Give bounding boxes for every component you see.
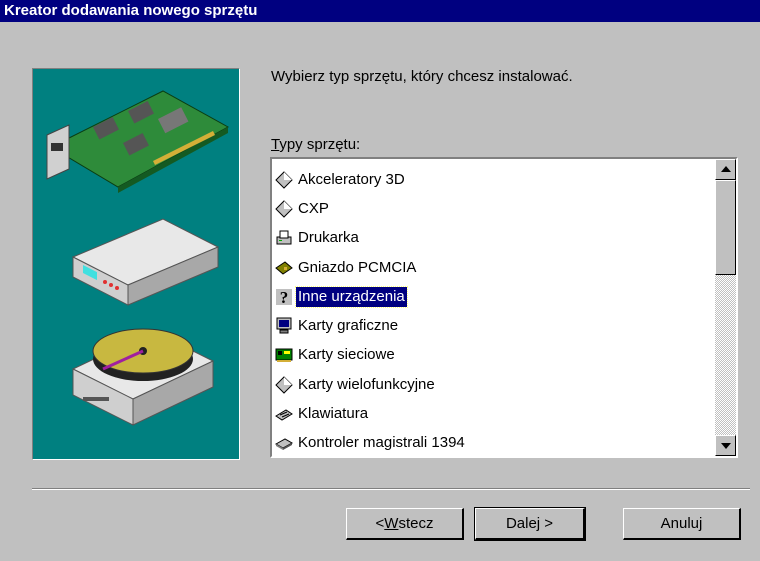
list-item[interactable]: Gniazdo PCMCIA [274,253,714,282]
scrollbar-thumb[interactable] [715,180,736,275]
cancel-button[interactable]: Anuluj [623,508,741,540]
list-item-label: Gniazdo PCMCIA [298,258,417,276]
list-item[interactable]: Drukarka [274,224,714,253]
bus-controller-icon [274,438,294,451]
list-item[interactable]: CXP [274,194,714,223]
keyboard-icon [275,409,293,421]
diamond-icon [275,376,293,394]
diamond-icon [275,200,293,218]
list-item-label: Akceleratory 3D [298,170,405,188]
svg-text:?: ? [280,288,289,307]
list-item-label: Inne urządzenia [295,285,408,308]
hardware-types-listbox[interactable]: Akceleratory 3D CXP Drukarka Gniazdo PCMCIA… [270,157,738,458]
window-title: Kreator dodawania nowego sprzętu [4,2,258,19]
list-item-label: Klawiatura [298,405,369,423]
wizard-illustration-panel [32,68,240,460]
arrow-up-icon [721,166,731,172]
list-item-label: Drukarka [298,229,359,247]
separator-line [32,488,750,490]
hardware-illustration [46,90,230,426]
list-item[interactable]: ? Inne urządzenia [274,282,714,311]
network-card-icon [275,348,293,363]
diamond-icon [275,170,293,189]
list-item-label: Kontroler magistrali 1394 [298,434,465,452]
scroll-down-button[interactable] [715,435,736,456]
back-button[interactable]: < Wstecz [346,508,464,540]
disk-drive-icon [71,328,215,426]
printer-icon [276,230,292,245]
list-item[interactable]: Karty sieciowe [274,341,714,370]
list-item[interactable]: Karty graficzne [274,311,714,340]
hardware-types-label: Typy sprzętu: [271,136,361,153]
list-item-label: CXP [298,199,329,217]
next-button[interactable]: Dalej > [474,507,586,541]
pcmcia-card-icon [275,260,293,275]
title-bar[interactable]: Kreator dodawania nowego sprzętu [0,0,760,22]
list-item-label: Karty sieciowe [298,346,395,364]
list-item[interactable]: Akceleratory 3D [274,165,714,194]
list-item-label: Karty graficzne [298,317,399,335]
list-item[interactable]: Karty wielofunkcyjne [274,370,714,399]
monitor-icon [276,317,292,334]
list-item[interactable]: Kontroler magistrali 1394 [274,429,714,458]
instruction-text: Wybierz typ sprzętu, który chcesz instal… [271,68,573,85]
question-mark-icon: ? [276,288,292,307]
arrow-down-icon [721,443,731,449]
expansion-card-icon [46,90,230,193]
list-item[interactable]: Klawiatura [274,399,714,428]
vertical-scrollbar[interactable] [715,159,736,456]
scroll-up-button[interactable] [715,159,736,180]
modem-icon [71,218,220,306]
list-item-label: Karty wielofunkcyjne [298,375,435,393]
